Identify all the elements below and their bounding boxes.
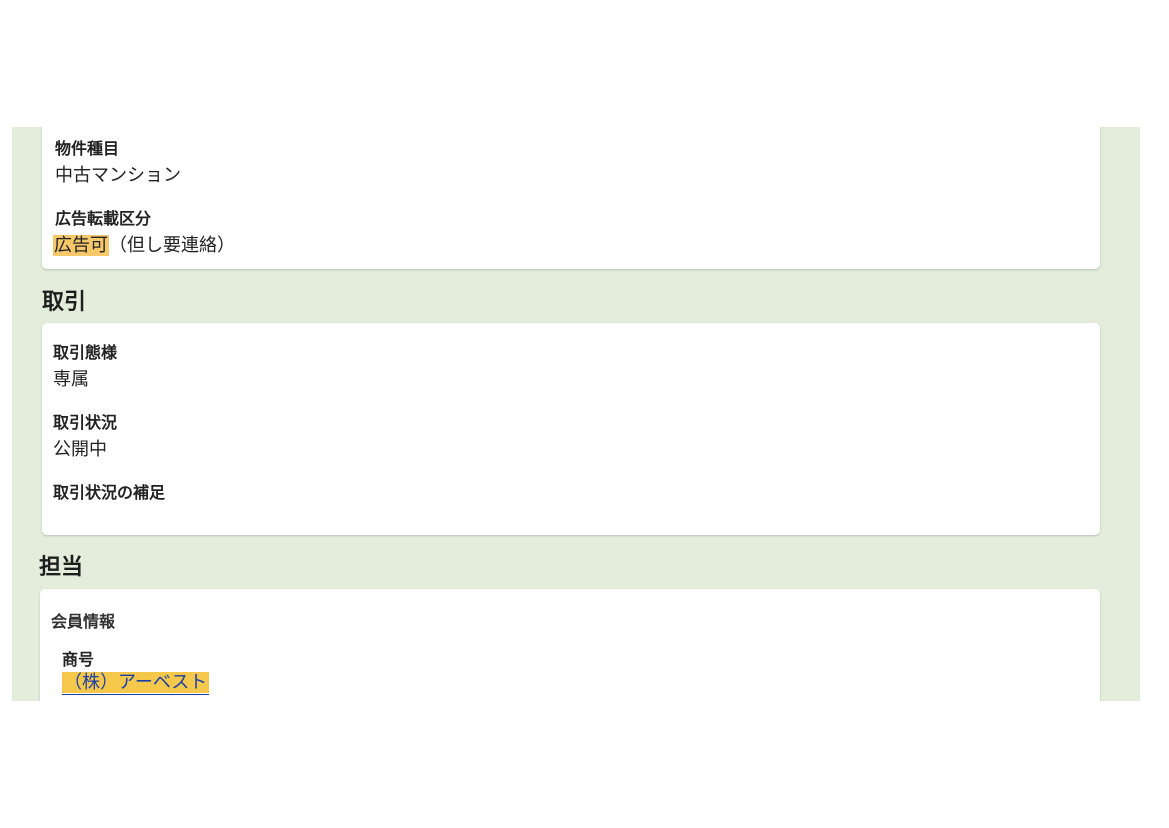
scan-top-margin (0, 0, 1169, 127)
ad-reprint-note: （但し要連絡） (109, 235, 235, 256)
transaction-mode-value: 専属 (53, 369, 89, 390)
ad-reprint-label: 広告転載区分 (55, 209, 152, 228)
agent-card: 会員情報 商号 （株）アーベスト (40, 589, 1100, 701)
transaction-mode-label: 取引態様 (53, 343, 118, 362)
ad-reprint-allowed-highlight: 広告可 (53, 235, 109, 256)
member-info-label: 会員情報 (51, 612, 116, 631)
transaction-section-title: 取引 (42, 290, 87, 315)
scan-bottom-margin (0, 701, 1169, 828)
trade-name-value[interactable]: （株）アーベスト (62, 672, 210, 693)
scanned-page: 物件種目 中古マンション 広告転載区分 広告可（但し要連絡） 取引 取引態様 専… (0, 0, 1169, 828)
property-detail-content: 物件種目 中古マンション 広告転載区分 広告可（但し要連絡） 取引 取引態様 専… (12, 127, 1140, 701)
transaction-status-value: 公開中 (53, 439, 107, 460)
transaction-card: 取引態様 専属 取引状況 公開中 取引状況の補足 (42, 323, 1100, 535)
ad-reprint-value: 広告可（但し要連絡） (53, 231, 235, 257)
trade-name-link[interactable]: （株）アーベスト (62, 672, 210, 695)
transaction-status-note-label: 取引状況の補足 (53, 483, 166, 502)
property-info-card: 物件種目 中古マンション 広告転載区分 広告可（但し要連絡） (42, 127, 1100, 269)
property-type-label: 物件種目 (55, 139, 120, 158)
agent-section-title: 担当 (39, 555, 84, 580)
property-type-value: 中古マンション (55, 165, 181, 186)
trade-name-label: 商号 (62, 650, 95, 669)
transaction-status-label: 取引状況 (53, 413, 118, 432)
